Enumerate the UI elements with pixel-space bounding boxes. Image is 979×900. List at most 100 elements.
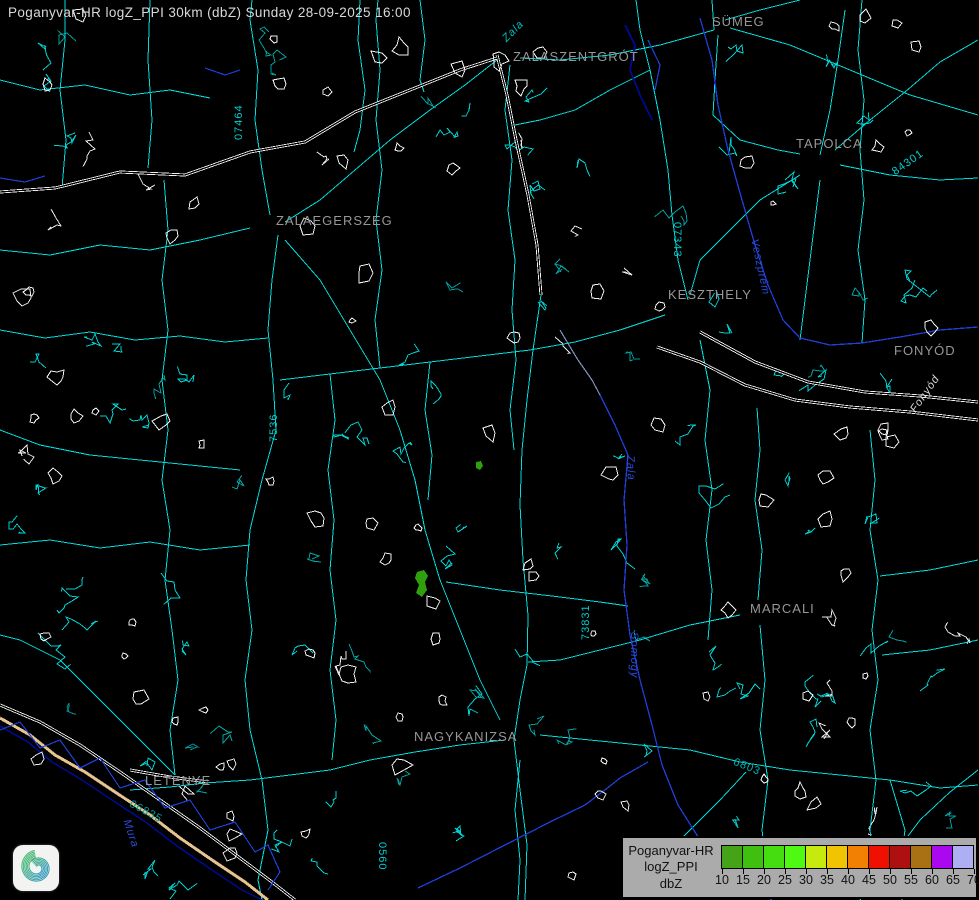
map-line <box>700 332 978 402</box>
map-line <box>640 574 650 586</box>
map-line <box>418 762 648 888</box>
map-line <box>392 37 408 55</box>
map-line <box>675 425 696 445</box>
map-line <box>730 28 978 115</box>
map-line <box>23 287 34 296</box>
map-line <box>865 514 879 524</box>
legend-color-cell <box>826 846 847 868</box>
legend-station: Poganyvar-HR <box>628 843 713 859</box>
map-line <box>882 640 978 655</box>
map-line <box>441 546 455 569</box>
legend-colorbar <box>721 845 974 869</box>
map-line <box>31 752 44 765</box>
map-line <box>227 811 234 821</box>
map-line <box>911 41 921 52</box>
map-line <box>182 640 189 655</box>
map-line <box>210 726 232 743</box>
map-line <box>880 560 978 576</box>
map-line <box>540 735 978 788</box>
map-line <box>889 630 907 642</box>
map-line <box>84 334 101 346</box>
legend-color-cell <box>784 846 805 868</box>
map-line <box>436 128 458 138</box>
legend-tick-label: 55 <box>904 873 918 887</box>
map-line <box>700 18 978 345</box>
app-logo[interactable] <box>13 845 59 891</box>
map-line <box>872 140 884 152</box>
map-line <box>18 445 34 464</box>
map-line <box>505 65 516 450</box>
map-line <box>759 494 774 507</box>
dbz-legend: Poganyvar-HR logZ_PPI dbZ 10152025303540… <box>621 836 978 899</box>
map-line <box>169 881 197 899</box>
map-line <box>354 0 365 152</box>
map-line <box>732 816 739 828</box>
radar-echo <box>476 461 483 470</box>
map-line <box>841 569 851 582</box>
map-line <box>162 180 178 775</box>
map-line <box>47 370 64 385</box>
map-line <box>300 218 315 235</box>
map-line <box>655 206 687 225</box>
map-line <box>199 707 208 713</box>
map-line <box>143 860 158 879</box>
legend-color-cell <box>763 846 784 868</box>
map-line <box>375 0 382 368</box>
map-line <box>819 723 830 739</box>
legend-tick-label: 40 <box>841 873 855 887</box>
legend-tick-label: 15 <box>736 873 750 887</box>
map-line <box>568 872 576 880</box>
map-line <box>822 610 836 626</box>
map-line <box>245 235 278 900</box>
legend-tick-label: 10 <box>715 873 729 887</box>
map-line <box>380 553 391 565</box>
map-line <box>699 484 730 508</box>
map-line <box>66 577 83 589</box>
map-line <box>273 78 286 89</box>
map-line <box>140 758 155 770</box>
map-line <box>555 259 569 274</box>
map-line <box>48 468 62 484</box>
map-line <box>483 425 495 442</box>
main-roads-layer <box>0 55 978 900</box>
map-line <box>179 786 194 801</box>
map-line <box>622 268 632 275</box>
map-line <box>0 540 250 550</box>
map-line <box>847 718 855 728</box>
map-line <box>525 88 547 102</box>
map-line <box>520 30 714 60</box>
map-line <box>161 573 180 604</box>
map-line <box>280 315 665 380</box>
map-line <box>83 132 95 167</box>
legend-caption: Poganyvar-HR logZ_PPI dbZ <box>623 838 719 897</box>
legend-unit: dbZ <box>660 876 682 892</box>
map-line <box>431 381 441 404</box>
map-line <box>771 201 776 205</box>
map-line <box>515 70 650 125</box>
map-line <box>945 812 956 828</box>
map-line <box>421 96 436 108</box>
map-line <box>9 516 25 533</box>
minor-roads-layer <box>9 27 970 899</box>
map-line <box>571 226 582 236</box>
map-line <box>337 155 348 169</box>
map-line <box>199 440 204 448</box>
map-line <box>613 454 625 459</box>
map-line <box>808 365 825 377</box>
map-line <box>497 55 541 295</box>
map-line <box>382 400 395 415</box>
map-line <box>461 103 470 116</box>
map-line <box>717 688 736 697</box>
map-line <box>446 282 463 292</box>
map-line <box>172 717 178 725</box>
map-line <box>555 543 561 559</box>
map-line <box>396 713 403 721</box>
map-line <box>0 330 268 342</box>
legend-tick-label: 60 <box>925 873 939 887</box>
rivers-borders-layer <box>0 18 978 900</box>
map-line <box>345 422 369 445</box>
map-line <box>431 633 440 645</box>
map-line <box>0 430 240 470</box>
legend-tick-label: 45 <box>862 873 876 887</box>
spiral-logo-icon <box>13 845 59 891</box>
